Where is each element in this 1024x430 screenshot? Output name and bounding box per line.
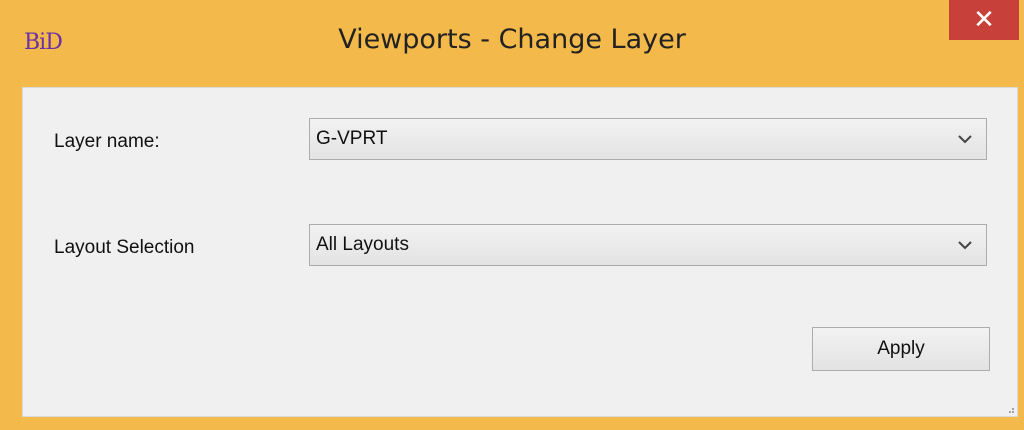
- layout-selection-dropdown[interactable]: All Layouts: [309, 224, 987, 266]
- window-title: Viewports - Change Layer: [338, 24, 686, 55]
- layer-name-value: G-VPRT: [316, 128, 388, 149]
- resize-grip-icon[interactable]: [1005, 404, 1015, 414]
- close-icon: ✕: [973, 5, 995, 35]
- layout-selection-value: All Layouts: [316, 234, 409, 255]
- layout-selection-label: Layout Selection: [54, 237, 195, 258]
- chevron-down-icon[interactable]: [952, 119, 978, 159]
- layer-name-label: Layer name:: [54, 131, 160, 152]
- layer-name-dropdown[interactable]: G-VPRT: [309, 118, 987, 160]
- close-button[interactable]: ✕: [949, 0, 1019, 40]
- dialog-window: BiD Viewports - Change Layer ✕ Layer nam…: [0, 0, 1024, 430]
- dialog-client-area: Layer name: G-VPRT Layout Selection All …: [22, 87, 1018, 417]
- apply-button[interactable]: Apply: [812, 327, 990, 371]
- title-bar[interactable]: BiD Viewports - Change Layer ✕: [0, 0, 1024, 86]
- chevron-down-icon[interactable]: [952, 225, 978, 265]
